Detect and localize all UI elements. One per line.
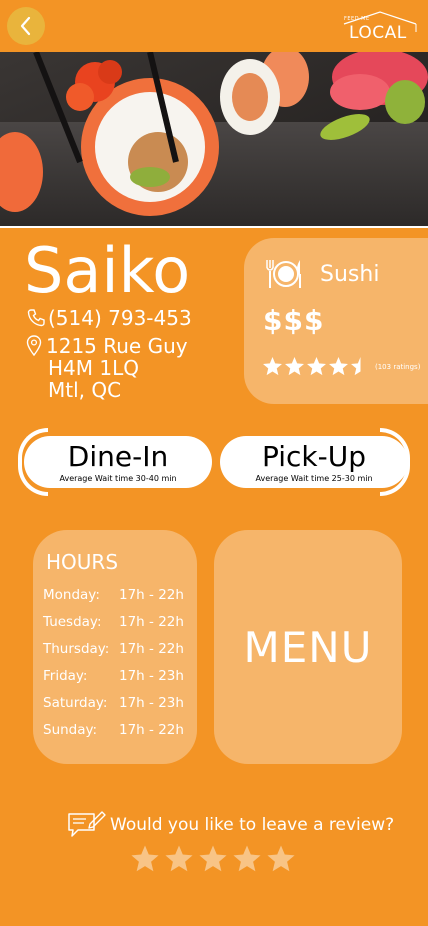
- cuisine-label: Sushi: [320, 261, 380, 287]
- top-bar: FEED ME LOCAL: [0, 0, 428, 52]
- hours-time: 17h - 22h: [119, 722, 184, 738]
- review-star-rating[interactable]: [130, 844, 296, 874]
- hours-time: 17h - 23h: [119, 668, 184, 684]
- rating: (103 ratings): [262, 356, 420, 377]
- star-icon: [351, 357, 361, 376]
- hours-list: Monday: 17h - 22h Tuesday: 17h - 22h Thu…: [43, 586, 193, 748]
- star-icon: [285, 357, 304, 376]
- review-star-icon[interactable]: [266, 844, 296, 874]
- address-line-postal: H4M 1LQ: [48, 356, 139, 380]
- star-icon: [263, 357, 282, 376]
- review-star-icon[interactable]: [198, 844, 228, 874]
- restaurant-phone[interactable]: (514) 793-453: [26, 306, 192, 330]
- address-line-city: Mtl, QC: [48, 378, 122, 402]
- phone-icon: [27, 309, 45, 327]
- review-prompt[interactable]: Would you like to leave a review?: [66, 810, 394, 840]
- phone-number: (514) 793-453: [48, 306, 192, 330]
- dine-in-wait-time: Average Wait time 30-40 min: [59, 474, 177, 483]
- location-pin-icon: [26, 335, 42, 357]
- hours-row: Saturday: 17h - 23h: [43, 694, 193, 721]
- feed-me-local-logo[interactable]: FEED ME LOCAL: [342, 10, 418, 44]
- review-star-icon[interactable]: [232, 844, 262, 874]
- logo-local-text: LOCAL: [349, 23, 407, 43]
- dine-in-label: Dine-In: [67, 440, 169, 473]
- cuisine: Sushi: [264, 258, 379, 290]
- rating-stars: [262, 356, 371, 377]
- restaurant-info-card: Sushi $$$ (103 ratings): [244, 238, 428, 404]
- review-speech-bubble-icon: [68, 811, 106, 837]
- plate-cutlery-icon: [266, 260, 301, 288]
- review-star-icon[interactable]: [164, 844, 194, 874]
- back-button[interactable]: [7, 7, 45, 45]
- hours-row: Thursday: 17h - 22h: [43, 640, 193, 667]
- hours-day: Saturday:: [43, 695, 108, 711]
- hours-time: 17h - 22h: [119, 587, 184, 603]
- star-icon: [307, 357, 326, 376]
- review-prompt-text: Would you like to leave a review?: [110, 815, 395, 835]
- right-bracket-decoration: [380, 428, 410, 496]
- hours-day: Friday:: [43, 668, 88, 684]
- dine-in-button[interactable]: Dine-In Average Wait time 30-40 min: [24, 436, 212, 488]
- hours-title: HOURS: [46, 550, 119, 574]
- star-icon: [329, 357, 348, 376]
- restaurant-hero-image: [0, 52, 428, 228]
- restaurant-address[interactable]: 1215 Rue Guy H4M 1LQ Mtl, QC: [26, 335, 188, 401]
- hours-time: 17h - 23h: [119, 695, 184, 711]
- menu-button[interactable]: MENU: [214, 530, 402, 764]
- price-level: $$$: [263, 304, 325, 337]
- hours-day: Sunday:: [43, 722, 98, 738]
- hours-card: HOURS Monday: 17h - 22h Tuesday: 17h - 2…: [33, 530, 197, 764]
- hours-row: Tuesday: 17h - 22h: [43, 613, 193, 640]
- hours-day: Thursday:: [43, 641, 110, 657]
- hours-row: Monday: 17h - 22h: [43, 586, 193, 613]
- rating-count: (103 ratings): [375, 362, 421, 371]
- hours-row: Friday: 17h - 23h: [43, 667, 193, 694]
- menu-label: MENU: [243, 622, 373, 672]
- hours-time: 17h - 22h: [119, 641, 184, 657]
- chevron-left-icon: [20, 16, 31, 36]
- address-line-street: 1215 Rue Guy: [46, 334, 188, 358]
- restaurant-name: Saiko: [24, 234, 191, 307]
- logo-feed-me-text: FEED ME: [344, 16, 370, 22]
- hours-time: 17h - 22h: [119, 614, 184, 630]
- hours-day: Monday:: [43, 587, 100, 603]
- hours-day: Tuesday:: [43, 614, 102, 630]
- review-star-icon[interactable]: [130, 844, 160, 874]
- hours-row: Sunday: 17h - 22h: [43, 721, 193, 748]
